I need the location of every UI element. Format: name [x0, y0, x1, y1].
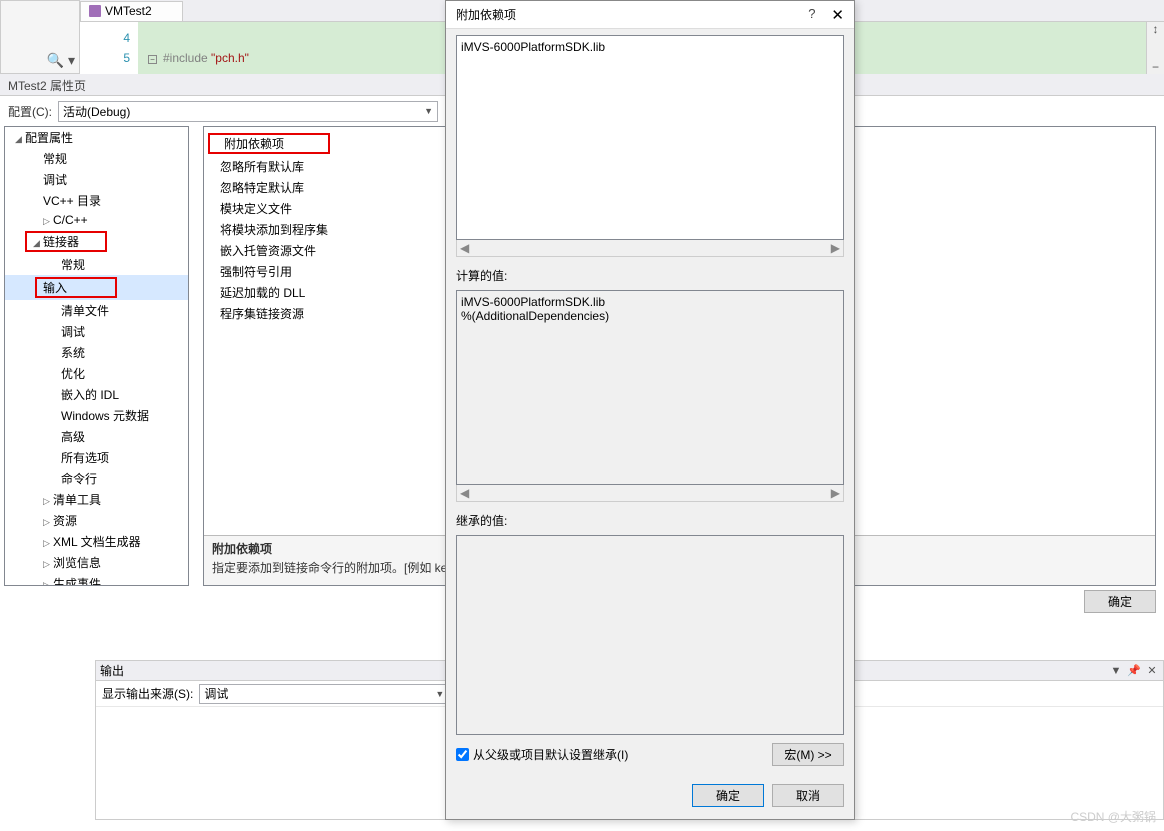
tree-item-ccpp[interactable]: ▷C/C++: [5, 211, 188, 229]
config-combo[interactable]: 活动(Debug) ▼: [58, 101, 438, 122]
tree-item-linker-system[interactable]: 系统: [5, 342, 188, 363]
code-string: "pch.h": [211, 51, 249, 65]
tree-item-linker-input[interactable]: 输入: [5, 275, 188, 300]
tree-item-linker-debug[interactable]: 调试: [5, 321, 188, 342]
ok-button[interactable]: 确定: [692, 784, 764, 807]
tree-item-browse[interactable]: ▷浏览信息: [5, 552, 188, 573]
ok-button[interactable]: 确定: [1084, 590, 1156, 613]
caret-right-icon: ▷: [43, 538, 53, 549]
property-page-buttons: 确定: [1084, 590, 1156, 613]
tree-item-linker-general[interactable]: 常规: [5, 254, 188, 275]
tree-item-debug[interactable]: 调试: [5, 169, 188, 190]
watermark: CSDN @大粥锅: [1070, 808, 1156, 825]
config-label: 配置(C):: [8, 103, 52, 120]
computed-textarea: [456, 290, 844, 485]
inherited-label: 继承的值:: [456, 512, 844, 529]
dialog-buttons: 确定 取消: [446, 776, 854, 819]
inherit-checkbox-label[interactable]: 从父级或项目默认设置继承(I): [456, 746, 628, 763]
chevron-down-icon: ▼: [424, 106, 433, 116]
dialog-body: ◀▶ 计算的值: ◀▶ 继承的值: 从父级或项目默认设置继承(I) 宏(M) >…: [446, 29, 854, 776]
tree-item-linker-winmd[interactable]: Windows 元数据: [5, 405, 188, 426]
search-panel: 🔍 ▾: [0, 0, 80, 74]
caret-down-icon: ◢: [15, 134, 25, 145]
h-scrollbar[interactable]: ◀▶: [456, 485, 844, 502]
file-icon: [89, 5, 101, 17]
output-source-label: 显示输出来源(S):: [102, 685, 193, 702]
caret-down-icon: ◢: [33, 238, 43, 249]
pin-icon[interactable]: 📌: [1127, 664, 1141, 678]
line-number: 5: [80, 48, 130, 68]
search-icon[interactable]: 🔍 ▾: [47, 52, 75, 69]
tree-item-xml-gen[interactable]: ▷XML 文档生成器: [5, 531, 188, 552]
tree-item-general[interactable]: 常规: [5, 148, 188, 169]
dropdown-icon[interactable]: ▼: [1109, 664, 1123, 678]
tree-item-root[interactable]: ◢配置属性: [5, 127, 188, 148]
tree-item-linker-all[interactable]: 所有选项: [5, 447, 188, 468]
output-source-combo[interactable]: 调试 ▼: [199, 684, 449, 704]
property-tree[interactable]: ◢配置属性 常规 调试 VC++ 目录 ▷C/C++ ◢链接器 常规 输入 清单…: [4, 126, 189, 586]
help-icon[interactable]: ?: [808, 6, 815, 24]
output-title: 输出: [100, 662, 124, 679]
chevron-down-icon: ▼: [435, 689, 444, 699]
tree-item-linker[interactable]: ◢链接器: [5, 229, 188, 254]
gutter: 4 5: [80, 22, 138, 74]
tree-item-linker-manifest[interactable]: 清单文件: [5, 300, 188, 321]
tree-item-linker-idl[interactable]: 嵌入的 IDL: [5, 384, 188, 405]
tree-item-linker-cmd[interactable]: 命令行: [5, 468, 188, 489]
tree-item-linker-opt[interactable]: 优化: [5, 363, 188, 384]
computed-label: 计算的值:: [456, 267, 844, 284]
tree-item-linker-adv[interactable]: 高级: [5, 426, 188, 447]
inherited-textarea: [456, 535, 844, 735]
caret-right-icon: ▷: [43, 496, 53, 507]
inherit-check-text: 从父级或项目默认设置继承(I): [473, 746, 628, 763]
inherit-checkbox[interactable]: [456, 748, 469, 761]
collapse-icon[interactable]: −: [148, 55, 157, 64]
tree-item-manifest-tool[interactable]: ▷清单工具: [5, 489, 188, 510]
caret-right-icon: ▷: [43, 580, 53, 586]
dialog-controls: ? ✕: [808, 6, 844, 24]
config-value: 活动(Debug): [63, 103, 130, 120]
scroll-marker[interactable]: ↕−: [1146, 22, 1164, 74]
dialog-title: 附加依赖项: [456, 6, 516, 23]
tree-item-build-events[interactable]: ▷生成事件: [5, 573, 188, 586]
h-scrollbar[interactable]: ◀▶: [456, 240, 844, 257]
tree-item-resources[interactable]: ▷资源: [5, 510, 188, 531]
close-icon[interactable]: ✕: [1145, 664, 1159, 678]
caret-right-icon: ▷: [43, 559, 53, 570]
line-number: 4: [80, 28, 130, 48]
cancel-button[interactable]: 取消: [772, 784, 844, 807]
output-toolbar: ▼ 📌 ✕: [1109, 664, 1159, 678]
additional-deps-dialog: 附加依赖项 ? ✕ ◀▶ 计算的值: ◀▶ 继承的值: 从父级或项目默认设置继承…: [445, 0, 855, 820]
tree-item-vcdir[interactable]: VC++ 目录: [5, 190, 188, 211]
close-icon[interactable]: ✕: [831, 6, 844, 24]
file-tab-label: VMTest2: [105, 4, 152, 18]
deps-textarea[interactable]: [456, 35, 844, 240]
caret-right-icon: ▷: [43, 216, 53, 227]
dialog-titlebar[interactable]: 附加依赖项 ? ✕: [446, 1, 854, 29]
file-tab[interactable]: VMTest2: [80, 1, 183, 21]
caret-right-icon: ▷: [43, 517, 53, 528]
output-source-value: 调试: [204, 685, 228, 702]
macro-button[interactable]: 宏(M) >>: [772, 743, 844, 766]
inherit-row: 从父级或项目默认设置继承(I) 宏(M) >>: [456, 743, 844, 766]
code-token: #include: [163, 51, 211, 65]
